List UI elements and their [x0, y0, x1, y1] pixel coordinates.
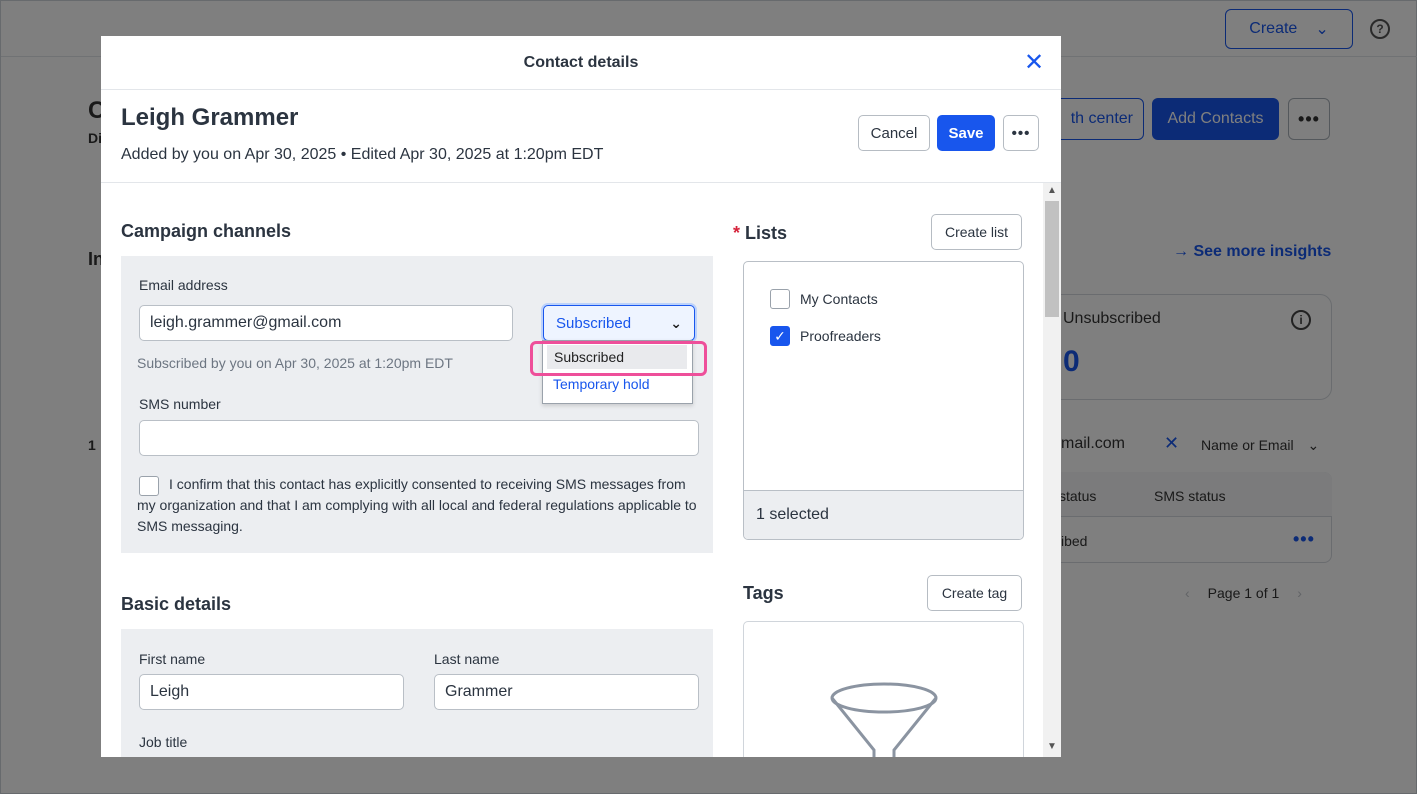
funnel-icon: [830, 682, 938, 757]
sms-label: SMS number: [139, 396, 221, 412]
subscribed-hint: Subscribed by you on Apr 30, 2025 at 1:2…: [137, 355, 453, 371]
tags-box: [743, 621, 1024, 757]
lists-title-label: Lists: [745, 223, 788, 243]
list-item-label[interactable]: My Contacts: [800, 291, 878, 307]
contact-summary: Leigh Grammer Added by you on Apr 30, 20…: [101, 90, 1061, 183]
modal-title: Contact details: [523, 53, 639, 71]
close-icon[interactable]: ✕: [1023, 50, 1045, 76]
contact-meta: Added by you on Apr 30, 2025 • Edited Ap…: [121, 146, 604, 163]
sms-consent-text: I confirm that this contact has explicit…: [137, 476, 697, 534]
highlight-box: [530, 341, 707, 376]
more-options-button[interactable]: •••: [1003, 115, 1039, 151]
email-status-value: Subscribed: [556, 314, 632, 332]
email-status-select[interactable]: Subscribed ⌄: [543, 305, 695, 341]
basic-details-title: Basic details: [121, 594, 232, 614]
job-title-label: Job title: [139, 734, 188, 750]
campaign-channels-panel: Email address leigh.grammer@gmail.com Su…: [121, 256, 713, 553]
list-checkbox-my-contacts[interactable]: [770, 289, 790, 309]
email-field[interactable]: leigh.grammer@gmail.com: [139, 305, 513, 341]
checkmark-icon: ✓: [774, 327, 786, 344]
lists-box: My Contacts ✓ Proofreaders 1 selected: [743, 261, 1024, 540]
modal-header: Contact details ✕: [101, 36, 1061, 90]
scroll-up-icon[interactable]: ▲: [1047, 185, 1057, 196]
lists-title: * Lists: [733, 223, 787, 244]
email-label: Email address: [139, 277, 228, 293]
modal-body: ▲ ▼ Campaign channels Email address leig…: [101, 183, 1061, 757]
list-checkbox-proofreaders[interactable]: ✓: [770, 326, 790, 346]
cancel-button[interactable]: Cancel: [858, 115, 930, 151]
first-name-field[interactable]: Leigh: [139, 674, 404, 710]
list-item-label[interactable]: Proofreaders: [800, 328, 881, 344]
scrollbar-thumb[interactable]: [1045, 201, 1059, 317]
save-button[interactable]: Save: [937, 115, 995, 151]
tags-title: Tags: [743, 583, 784, 603]
basic-details-panel: First name Leigh Last name Grammer Job t…: [121, 629, 713, 757]
sms-number-field[interactable]: [139, 420, 699, 456]
campaign-channels-title: Campaign channels: [121, 221, 292, 241]
contact-name: Leigh Grammer: [121, 104, 299, 131]
status-option-temporary-hold[interactable]: Temporary hold: [553, 376, 650, 392]
scroll-down-icon[interactable]: ▼: [1047, 741, 1057, 752]
create-list-button[interactable]: Create list: [931, 214, 1022, 250]
last-name-label: Last name: [434, 651, 500, 667]
lists-selected-summary: 1 selected: [744, 490, 1023, 539]
create-tag-button[interactable]: Create tag: [927, 575, 1022, 611]
chevron-down-icon: ⌄: [670, 314, 682, 331]
required-mark: *: [733, 223, 741, 243]
last-name-field[interactable]: Grammer: [434, 674, 699, 710]
first-name-label: First name: [139, 651, 206, 667]
contact-details-modal: Contact details ✕ Leigh Grammer Added by…: [101, 36, 1061, 757]
